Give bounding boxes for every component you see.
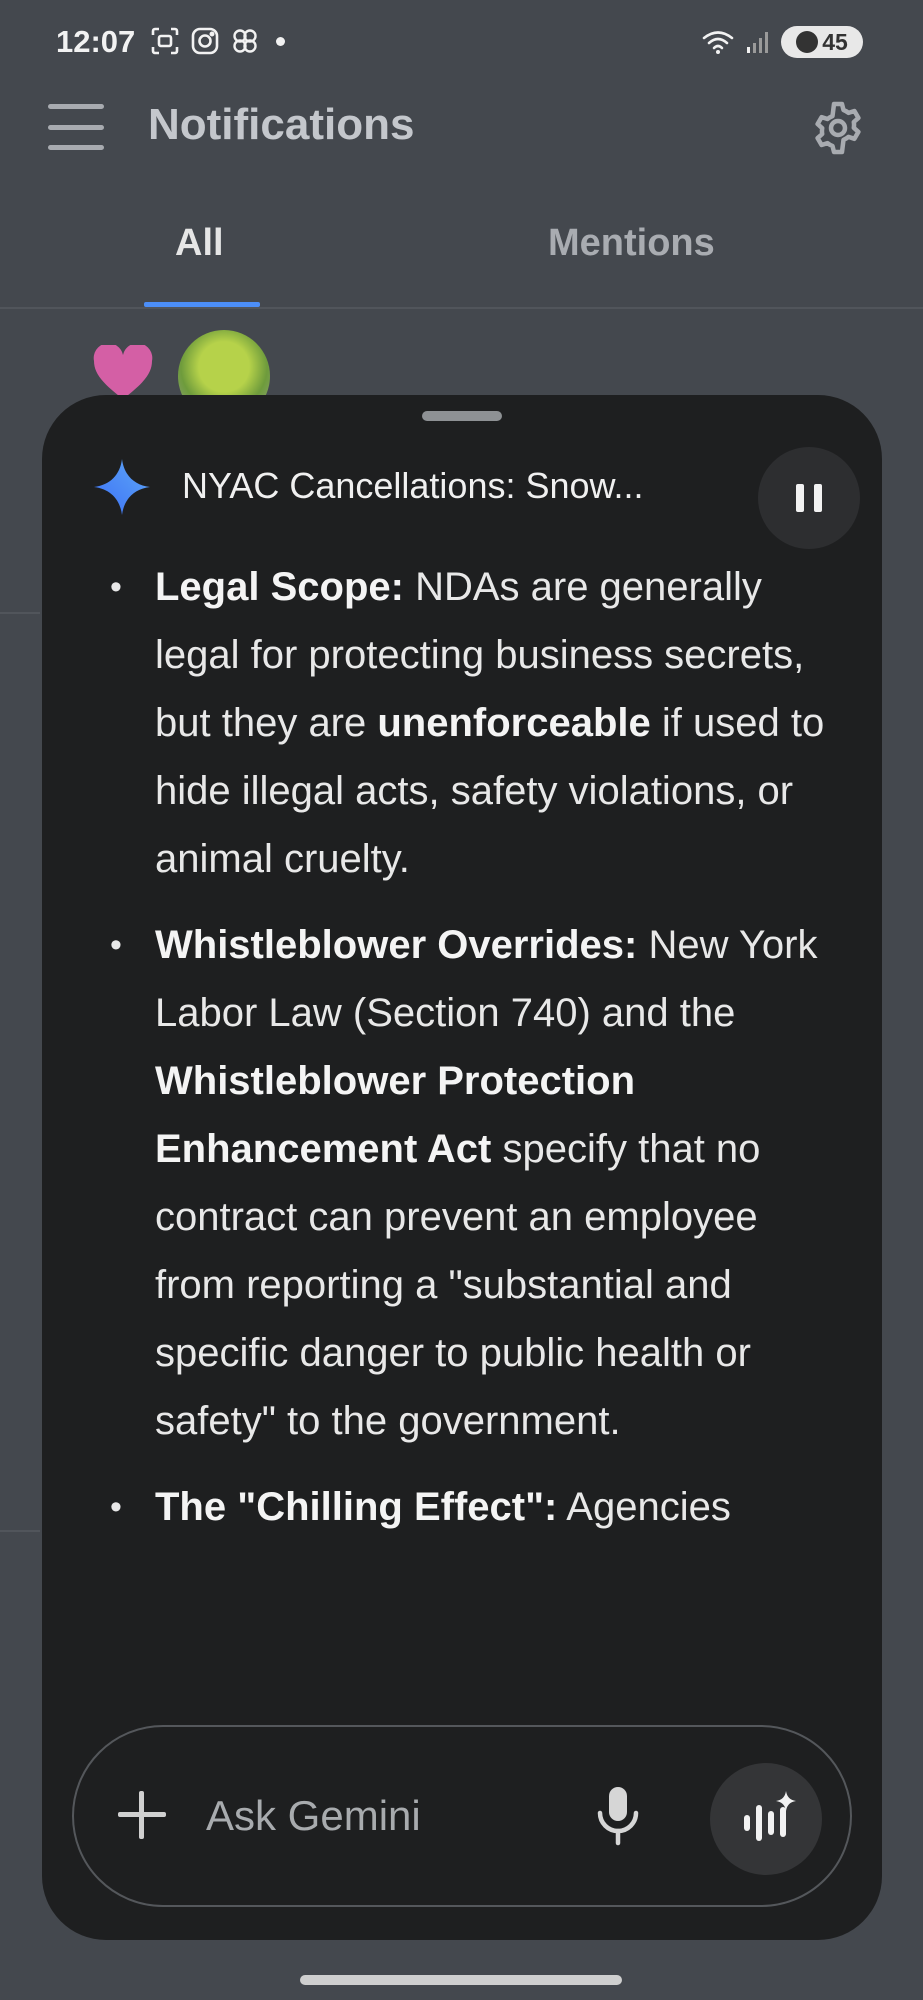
gemini-sparkle-icon (94, 459, 150, 515)
conversation-title[interactable]: NYAC Cancellations: Snow... (182, 465, 644, 507)
divider (0, 612, 40, 614)
battery-saver-icon (796, 31, 819, 53)
gemini-panel: NYAC Cancellations: Snow... Legal Scope:… (42, 395, 882, 1940)
page-title: Notifications (148, 100, 415, 149)
tab-mentions[interactable]: Mentions (548, 222, 715, 265)
home-gesture-bar[interactable] (300, 1975, 622, 1985)
prompt-bar (72, 1725, 852, 1907)
status-bar: 12:07 45 (0, 0, 923, 90)
response-content: Legal Scope: NDAs are generally legal fo… (42, 535, 882, 1665)
bullet-emphasis: unenforceable (377, 701, 651, 745)
wifi-icon (702, 31, 734, 54)
tab-all[interactable]: All (175, 222, 224, 265)
screenshot-icon (151, 27, 179, 55)
tab-divider (0, 307, 923, 309)
divider (0, 1530, 40, 1532)
bullet-text: specify that no contract can prevent an … (155, 1127, 761, 1443)
microphone-icon[interactable] (596, 1785, 640, 1847)
drag-handle[interactable] (422, 411, 502, 421)
bullet-text: Agencies (557, 1485, 731, 1529)
list-item: The "Chilling Effect": Agencies (42, 1473, 882, 1541)
flower-icon (233, 29, 257, 53)
dot-icon (276, 36, 285, 46)
status-right-icons: 45 (701, 26, 863, 58)
ask-gemini-input[interactable] (204, 1783, 488, 1849)
hamburger-menu-icon[interactable] (48, 104, 104, 150)
gear-icon[interactable] (810, 100, 866, 156)
list-item: Legal Scope: NDAs are generally legal fo… (42, 553, 882, 893)
list-item: Whistleblower Overrides: New York Labor … (42, 911, 882, 1455)
bullet-heading: Whistleblower Overrides: (155, 923, 638, 967)
instagram-icon (191, 27, 219, 55)
live-waveform-icon (744, 1791, 796, 1841)
bullet-heading: The "Chilling Effect": (155, 1485, 558, 1529)
battery-level: 45 (822, 28, 848, 55)
battery-icon: 45 (781, 26, 863, 58)
status-left-icons (150, 26, 285, 56)
status-time: 12:07 (56, 24, 136, 59)
add-icon[interactable] (114, 1787, 170, 1843)
gemini-live-button[interactable] (710, 1763, 822, 1875)
heart-icon (93, 345, 153, 399)
bullet-heading: Legal Scope: (155, 565, 404, 609)
signal-icon (747, 32, 768, 53)
pause-button[interactable] (758, 447, 860, 549)
